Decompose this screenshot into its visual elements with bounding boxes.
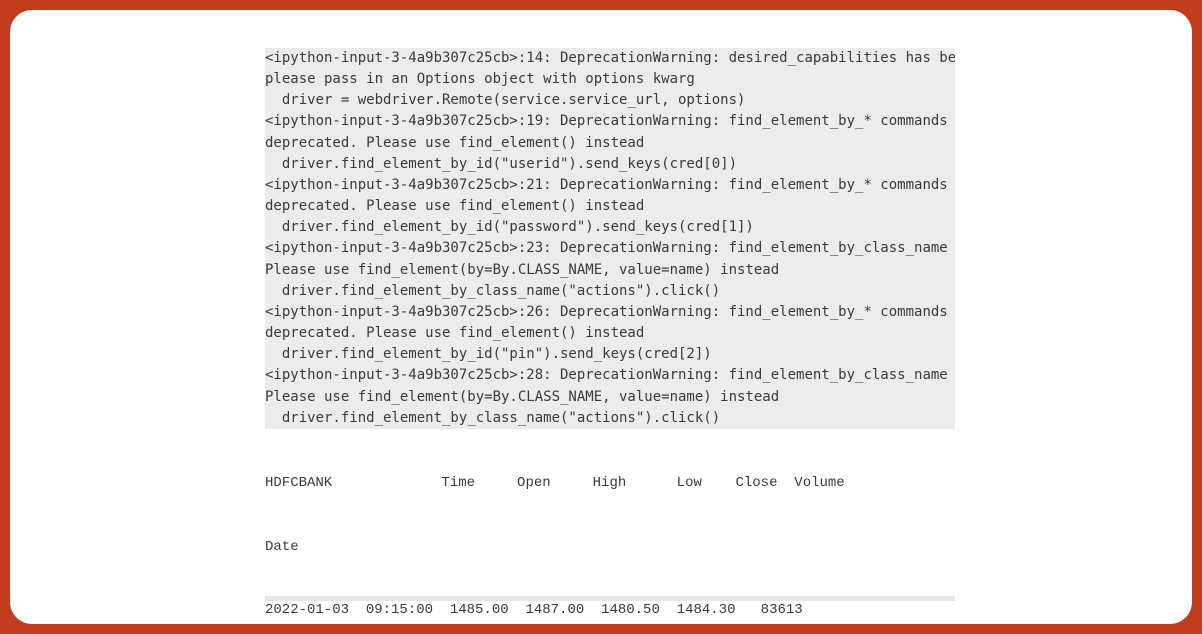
output-card: <ipython-input-3-4a9b307c25cb>:14: Depre… — [10, 10, 1192, 624]
stderr-block: <ipython-input-3-4a9b307c25cb>:14: Depre… — [265, 48, 955, 429]
notebook-cell-output: <ipython-input-3-4a9b307c25cb>:14: Depre… — [265, 48, 955, 624]
table-row: 2022-01-03 09:15:00 1485.00 1487.00 1480… — [265, 600, 955, 621]
horizontal-scroll-track[interactable] — [265, 596, 955, 601]
table-header-line: HDFCBANK Time Open High Low Close Volume — [265, 473, 955, 494]
table-index-label: Date — [265, 537, 955, 558]
